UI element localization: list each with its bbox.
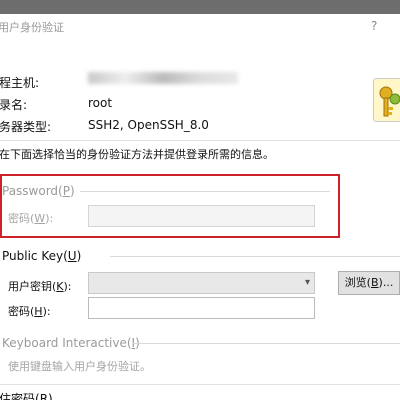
password-section-line — [80, 191, 330, 192]
passphrase-label: 密码(H): — [8, 305, 51, 318]
user-label: 录名: — [0, 98, 28, 112]
remember-password-checkbox[interactable]: 住密码(R) — [0, 390, 53, 400]
user-value: root — [88, 96, 113, 110]
keyboard-section-title[interactable]: Keyboard Interactive(I) — [2, 336, 140, 350]
window-title: 用户身份验证 — [0, 21, 64, 34]
password-section-title[interactable]: Password(P) — [2, 184, 75, 198]
title-bar: 用户身份验证 ? — [0, 14, 400, 40]
public-key-section-title[interactable]: Public Key(U) — [2, 249, 81, 263]
server-type-value: SSH2, OpenSSH_8.0 — [88, 118, 209, 132]
password-label: 密码(W): — [8, 212, 54, 225]
chevron-down-icon: ▾ — [304, 277, 310, 288]
help-button[interactable]: ? — [371, 19, 377, 33]
server-type-label: 务器类型: — [0, 120, 52, 134]
divider — [0, 140, 400, 141]
bottom-divider — [0, 384, 400, 385]
user-key-select[interactable]: ▾ — [88, 272, 315, 294]
host-value-redacted — [88, 72, 238, 84]
keyboard-section-line — [132, 343, 400, 344]
host-value — [88, 72, 238, 87]
keyboard-description: 使用键盘输入用户身份验证。 — [8, 360, 151, 373]
passphrase-input[interactable] — [88, 297, 315, 319]
browse-button[interactable]: 浏览(B)... — [338, 271, 400, 295]
public-key-section-line — [110, 256, 400, 257]
keys-icon — [373, 78, 400, 122]
password-input[interactable] — [88, 205, 315, 227]
user-key-label: 用户密钥(K): — [8, 280, 72, 293]
top-band — [0, 0, 400, 14]
host-label: 程主机: — [0, 76, 40, 90]
instruction-text: 在下面选择恰当的身份验证方法并提供登录所需的信息。 — [0, 148, 274, 161]
